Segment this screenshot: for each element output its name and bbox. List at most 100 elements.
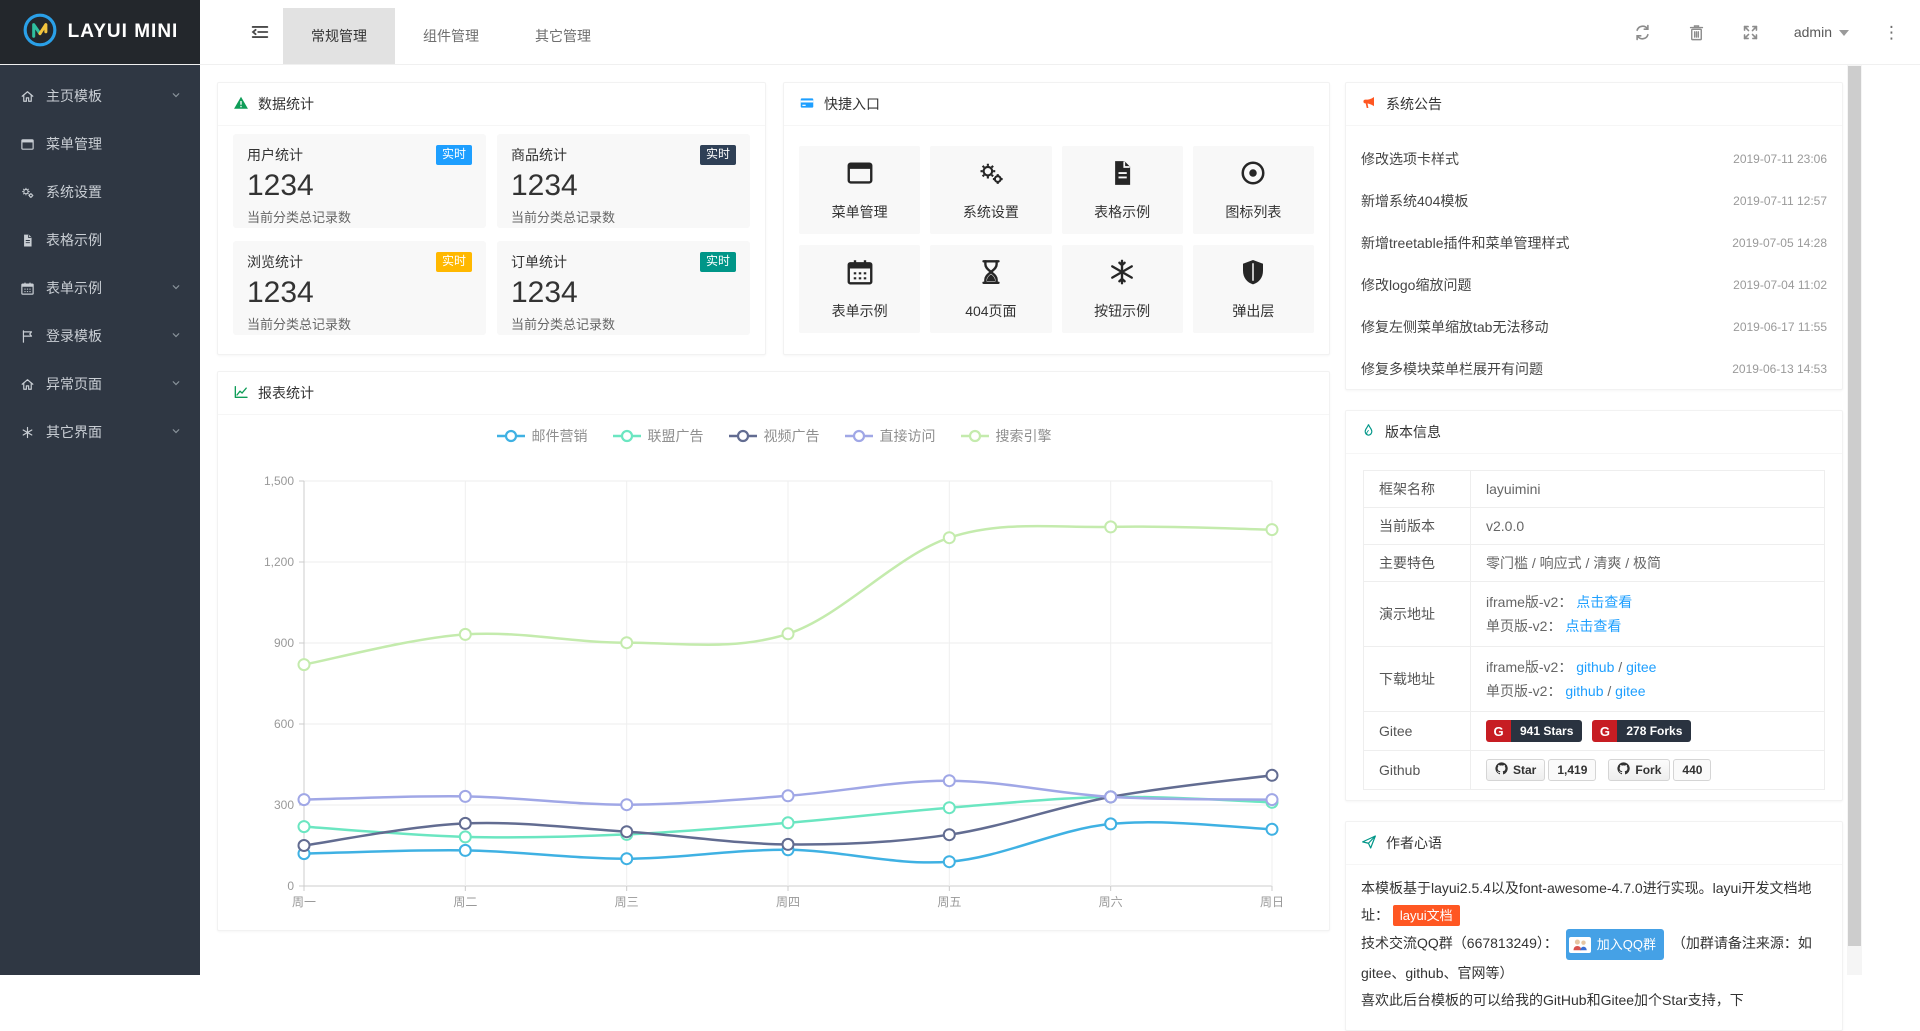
y-axis-label: 300 — [274, 798, 294, 812]
data-point-3-7 — [1267, 770, 1278, 781]
gitee-badge-1[interactable]: G 941 Stars — [1486, 720, 1582, 742]
data-stats-panel: 数据统计 用户统计 实时 1234 当前分类总记录数 商品统计 实时 1234 … — [217, 82, 766, 355]
gitee-badge-2[interactable]: G 278 Forks — [1592, 720, 1691, 742]
realtime-badge: 实时 — [700, 145, 736, 165]
sidebar-item-4[interactable]: 表格示例 — [0, 216, 200, 264]
notice-item-1[interactable]: 修改选项卡样式 2019-07-11 23:06 — [1361, 138, 1827, 180]
sidebar-item-6[interactable]: 登录模板 — [0, 312, 200, 360]
content-scrollbar — [1847, 64, 1862, 975]
github-star-count[interactable]: 1,419 — [1548, 759, 1596, 781]
y-axis-label: 1,200 — [264, 555, 294, 569]
data-point-5-3 — [621, 637, 632, 648]
version-value: 零门槛 / 响应式 / 清爽 / 极简 — [1486, 555, 1661, 571]
chevron-down-icon — [170, 280, 182, 296]
sidebar-item-1[interactable]: 主页模板 — [0, 72, 200, 120]
sidebar-item-3[interactable]: 系统设置 — [0, 168, 200, 216]
notice-item-6[interactable]: 修复多模块菜单栏展开有问题 2019-06-13 14:53 — [1361, 348, 1827, 390]
quick-entry-6[interactable]: 404页面 — [930, 245, 1051, 333]
github-fork-button[interactable]: Fork — [1608, 759, 1670, 781]
notice-item-2[interactable]: 新增系统404模板 2019-07-11 12:57 — [1361, 180, 1827, 222]
data-point-5-6 — [1105, 521, 1116, 532]
notice-text: 修改选项卡样式 — [1361, 149, 1459, 169]
stat-label: 用户统计 — [247, 145, 303, 165]
quick-entry-1[interactable]: 菜单管理 — [799, 146, 920, 234]
data-point-1-7 — [1267, 824, 1278, 835]
author-words-panel: 作者心语 本模板基于layui2.5.4以及font-awesome-4.7.0… — [1345, 821, 1843, 1031]
data-point-4-6 — [1105, 791, 1116, 802]
sidebar-item-2[interactable]: 菜单管理 — [0, 120, 200, 168]
notice-item-4[interactable]: 修改logo缩放问题 2019-07-04 11:02 — [1361, 264, 1827, 306]
version-header: 版本信息 — [1346, 411, 1842, 454]
quick-entry-2[interactable]: 系统设置 — [930, 146, 1051, 234]
x-axis-label: 周四 — [776, 895, 800, 909]
tab-1[interactable]: 常规管理 — [283, 8, 395, 64]
chevron-down-icon — [170, 88, 182, 104]
sidebar-item-5[interactable]: 表单示例 — [0, 264, 200, 312]
fullscreen-icon[interactable] — [1740, 21, 1762, 43]
data-point-3-3 — [621, 826, 632, 837]
github-star-button[interactable]: Star — [1486, 759, 1545, 781]
quick-entry-7[interactable]: 按钮示例 — [1062, 245, 1183, 333]
stat-value: 1234 — [511, 169, 736, 204]
notice-text: 修改logo缩放问题 — [1361, 275, 1471, 295]
version-value: layuimini — [1486, 481, 1540, 497]
sidebar-item-label: 菜单管理 — [46, 134, 182, 154]
sidebar-item-8[interactable]: 其它界面 — [0, 408, 200, 456]
chevron-down-icon — [170, 376, 182, 392]
menu-fold-icon[interactable] — [244, 0, 276, 64]
version-row-2: 当前版本v2.0.0 — [1364, 508, 1825, 545]
tab-2[interactable]: 组件管理 — [395, 8, 507, 64]
window-icon — [20, 137, 46, 152]
refresh-icon[interactable] — [1632, 21, 1654, 43]
stat-card-3: 浏览统计 实时 1234 当前分类总记录数 — [233, 241, 486, 335]
sidebar-item-label: 登录模板 — [46, 326, 170, 346]
line-chart-svg[interactable]: 03006009001,2001,500周一周二周三周四周五周六周日 — [218, 414, 1329, 930]
quick-entry-3[interactable]: 表格示例 — [1062, 146, 1183, 234]
data-point-4-4 — [783, 790, 794, 801]
report-chart[interactable]: 03006009001,2001,500周一周二周三周四周五周六周日 — [218, 414, 1329, 930]
notice-item-5[interactable]: 修复左侧菜单缩放tab无法移动 2019-06-17 11:55 — [1361, 306, 1827, 348]
notice-header: 系统公告 — [1346, 83, 1842, 126]
version-link[interactable]: github — [1565, 683, 1603, 699]
version-table: 框架名称layuimini当前版本v2.0.0主要特色零门槛 / 响应式 / 清… — [1363, 470, 1825, 790]
version-link[interactable]: gitee — [1615, 683, 1645, 699]
data-point-4-5 — [944, 775, 955, 786]
layui-docs-badge[interactable]: layui文档 — [1393, 905, 1460, 926]
clear-cache-trash-icon[interactable] — [1686, 21, 1708, 43]
sidebar-item-label: 系统设置 — [46, 182, 182, 202]
github-fork-count[interactable]: 440 — [1673, 759, 1711, 781]
octocat-icon — [1495, 762, 1508, 778]
notice-item-3[interactable]: 新增treetable插件和菜单管理样式 2019-07-05 14:28 — [1361, 222, 1827, 264]
chevron-down-icon — [170, 328, 182, 344]
author-line-2-pre: 技术交流QQ群（667813249）： — [1361, 935, 1558, 951]
scrollbar-thumb[interactable] — [1848, 66, 1861, 946]
version-link[interactable]: 点击查看 — [1565, 618, 1621, 634]
report-chart-panel: 报表统计 邮件营销 联盟广告 视频广告 直接访问 搜索引擎 0300600900… — [217, 371, 1330, 931]
quick-entry-8[interactable]: 弹出层 — [1193, 245, 1314, 333]
version-link[interactable]: 点击查看 — [1576, 594, 1632, 610]
stat-label: 订单统计 — [511, 252, 567, 272]
panel-title: 快捷入口 — [824, 94, 880, 114]
join-qq-group-button[interactable]: 加入QQ群 — [1566, 929, 1664, 960]
stat-value: 1234 — [511, 276, 736, 311]
sidebar-item-label: 表单示例 — [46, 278, 170, 298]
quick-entry-label: 系统设置 — [963, 202, 1019, 222]
quick-entry-5[interactable]: 表单示例 — [799, 245, 920, 333]
x-axis-label: 周六 — [1099, 895, 1123, 909]
more-options-icon[interactable]: ⋮ — [1881, 24, 1902, 41]
notice-time: 2019-07-11 12:57 — [1733, 194, 1827, 208]
panel-title: 数据统计 — [258, 94, 314, 114]
version-link[interactable]: gitee — [1626, 659, 1656, 675]
fire-icon — [1361, 423, 1376, 441]
data-point-1-6 — [1105, 818, 1116, 829]
stat-desc: 当前分类总记录数 — [511, 207, 736, 226]
github-fork-widget: Fork 440 — [1608, 759, 1711, 781]
user-menu[interactable]: admin — [1794, 24, 1849, 40]
quick-entry-label: 表格示例 — [1094, 202, 1150, 222]
paper-plane-icon — [1361, 834, 1377, 853]
version-link[interactable]: github — [1576, 659, 1614, 675]
notice-time: 2019-07-05 14:28 — [1732, 236, 1827, 250]
sidebar-item-7[interactable]: 异常页面 — [0, 360, 200, 408]
tab-3[interactable]: 其它管理 — [507, 8, 619, 64]
quick-entry-4[interactable]: 图标列表 — [1193, 146, 1314, 234]
